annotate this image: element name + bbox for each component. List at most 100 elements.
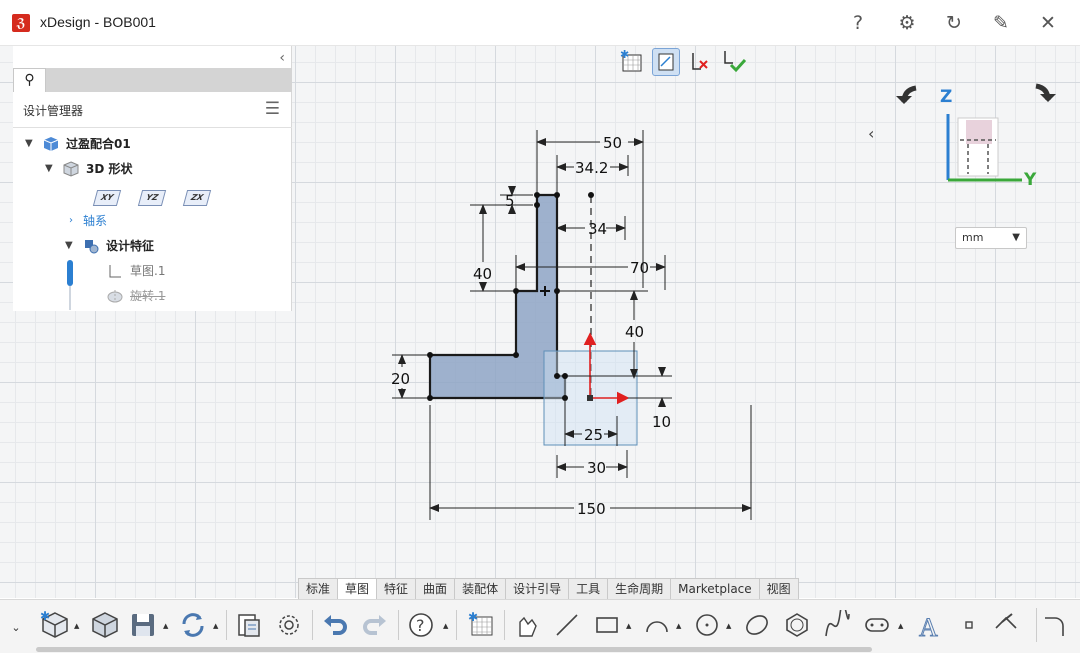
- viewcube-collapse-icon[interactable]: ‹: [868, 124, 874, 143]
- dim-30: 30: [587, 459, 606, 477]
- dropdown-arrow-icon[interactable]: ▲: [898, 622, 903, 630]
- clipboard-icon[interactable]: [232, 608, 266, 642]
- rotate-left-icon: [896, 96, 912, 104]
- dropdown-arrow-icon[interactable]: ▲: [676, 622, 681, 630]
- dropdown-arrow-icon[interactable]: ▲: [213, 622, 218, 630]
- tab-assembly[interactable]: 装配体: [454, 578, 506, 600]
- design-manager-panel: ‹ ⚲ 设计管理器 ☰ ▼ 过盈配合01 ▼ 3D 形状 XY YZ ZX › …: [13, 46, 292, 311]
- rectangle-tool-icon[interactable]: [590, 608, 624, 642]
- plane-yz-icon[interactable]: YZ: [137, 190, 167, 206]
- help-circle-icon[interactable]: ?: [404, 608, 438, 642]
- tree-item-3d-shape[interactable]: ▼ 3D 形状: [45, 158, 133, 180]
- panel-collapse-icon[interactable]: ‹: [279, 50, 285, 66]
- new-3d-shape-icon[interactable]: ✱: [38, 608, 72, 642]
- plane-zx-icon[interactable]: ZX: [182, 190, 212, 206]
- sync-icon[interactable]: [176, 608, 210, 642]
- corner-tool-icon[interactable]: [1036, 608, 1070, 642]
- tab-standard[interactable]: 标准: [298, 578, 338, 600]
- arc-tool-icon[interactable]: [640, 608, 674, 642]
- sketch-select-hand-icon[interactable]: [510, 608, 544, 642]
- component-icon[interactable]: [88, 608, 122, 642]
- units-value: mm: [962, 231, 984, 244]
- settings-icon[interactable]: ⚙: [893, 10, 921, 36]
- sketch-view-normal-icon[interactable]: [652, 48, 680, 76]
- toolbar-scrollbar[interactable]: [36, 647, 872, 652]
- dim-34-2: 34.2: [575, 159, 608, 177]
- dropdown-arrow-icon[interactable]: ▲: [74, 622, 79, 630]
- units-select[interactable]: mm ▼: [955, 227, 1027, 249]
- solidworks-logo-icon: ℨ: [12, 14, 30, 32]
- dropdown-arrow-icon[interactable]: ▲: [626, 622, 631, 630]
- dim-40-left: 40: [473, 265, 492, 283]
- tab-lifecycle[interactable]: 生命周期: [607, 578, 671, 600]
- shape-cube-icon: [63, 161, 79, 177]
- dim-40-right: 40: [625, 323, 644, 341]
- svg-text:✱: ✱: [620, 49, 629, 61]
- tree-item-design-features[interactable]: ▼ 设计特征: [65, 235, 154, 257]
- tab-features[interactable]: 特征: [376, 578, 416, 600]
- svg-text:A: A: [919, 613, 938, 640]
- command-tabs: 标准 草图 特征 曲面 装配体 设计引导 工具 生命周期 Marketplace…: [298, 578, 799, 600]
- expand-down-icon[interactable]: ▼: [45, 158, 59, 180]
- rotate-right-icon: [1040, 94, 1056, 102]
- title-bar: ℨ xDesign - BOB001 ? ⚙ ↻ ✎ ✕: [0, 0, 1080, 46]
- refresh-icon[interactable]: ↻: [940, 10, 968, 36]
- tree-label-axes: 轴系: [83, 214, 108, 228]
- hamburger-menu-icon[interactable]: ☰: [265, 99, 280, 119]
- expand-down-icon[interactable]: ▼: [65, 235, 79, 257]
- text-tool-icon[interactable]: A: [912, 608, 946, 642]
- spline-tool-icon[interactable]: [820, 608, 854, 642]
- pin-icon[interactable]: ✎: [987, 10, 1015, 36]
- close-icon[interactable]: ✕: [1034, 10, 1062, 36]
- sketch-icon: [109, 265, 121, 278]
- tree-label-sketch1: 草图.1: [130, 264, 166, 278]
- exit-sketch-accept-icon[interactable]: [720, 48, 748, 76]
- tab-design-guidance[interactable]: 设计引导: [505, 578, 569, 600]
- dropdown-arrow-icon[interactable]: ▲: [163, 622, 168, 630]
- tree-item-sketch1[interactable]: 草图.1: [103, 260, 165, 282]
- plane-xy-icon[interactable]: XY: [92, 190, 122, 206]
- svg-text:?: ?: [416, 616, 425, 635]
- point-tool-icon[interactable]: [952, 608, 986, 642]
- tree-item-root[interactable]: ▼ 过盈配合01: [25, 133, 131, 155]
- tree-label-revolve1: 旋转.1: [130, 289, 166, 303]
- expand-right-icon[interactable]: ›: [69, 210, 83, 232]
- dim-70: 70: [630, 259, 649, 277]
- tab-marketplace[interactable]: Marketplace: [670, 578, 759, 600]
- rollback-line: [69, 286, 71, 310]
- new-sketch-grid-icon[interactable]: ✱: [618, 48, 646, 76]
- panel-title: 设计管理器: [23, 104, 84, 118]
- ellipse-tool-icon[interactable]: [740, 608, 774, 642]
- tree-label-design-features: 设计特征: [106, 239, 155, 253]
- tree-item-revolve1[interactable]: 旋转.1: [103, 285, 165, 307]
- tab-tools[interactable]: 工具: [568, 578, 608, 600]
- axis-z-label: Z: [940, 87, 952, 107]
- panel-tabstrip: ⚲: [13, 68, 292, 92]
- new-sketch-icon[interactable]: ✱: [464, 608, 498, 642]
- dropdown-arrow-icon[interactable]: ▲: [726, 622, 731, 630]
- undo-icon[interactable]: [318, 608, 352, 642]
- polygon-tool-icon[interactable]: [780, 608, 814, 642]
- toolbar-collapse-icon[interactable]: ⌄: [0, 600, 32, 653]
- line-tool-icon[interactable]: [550, 608, 584, 642]
- save-icon[interactable]: [126, 608, 160, 642]
- dropdown-arrow-icon[interactable]: ▲: [443, 622, 448, 630]
- tree-tab-icon[interactable]: ⚲: [13, 68, 46, 92]
- dim-5: 5: [505, 192, 515, 210]
- sketch-fillet-icon[interactable]: [990, 608, 1024, 642]
- view-cube[interactable]: Z Y ‹: [868, 80, 1070, 190]
- tab-surface[interactable]: 曲面: [415, 578, 455, 600]
- window-title: xDesign - BOB001: [40, 14, 156, 30]
- tab-view[interactable]: 视图: [758, 578, 799, 600]
- gear-options-icon[interactable]: [272, 608, 306, 642]
- redo-icon[interactable]: [358, 608, 392, 642]
- slot-tool-icon[interactable]: [860, 608, 894, 642]
- expand-down-icon[interactable]: ▼: [25, 133, 39, 155]
- dim-25: 25: [584, 426, 603, 444]
- exit-sketch-discard-icon[interactable]: [686, 48, 714, 76]
- circle-tool-icon[interactable]: [690, 608, 724, 642]
- tree-item-axes[interactable]: › 轴系: [69, 210, 107, 232]
- help-icon[interactable]: ?: [844, 10, 872, 36]
- rollback-bar-handle[interactable]: [67, 260, 73, 286]
- tab-sketch[interactable]: 草图: [337, 578, 377, 600]
